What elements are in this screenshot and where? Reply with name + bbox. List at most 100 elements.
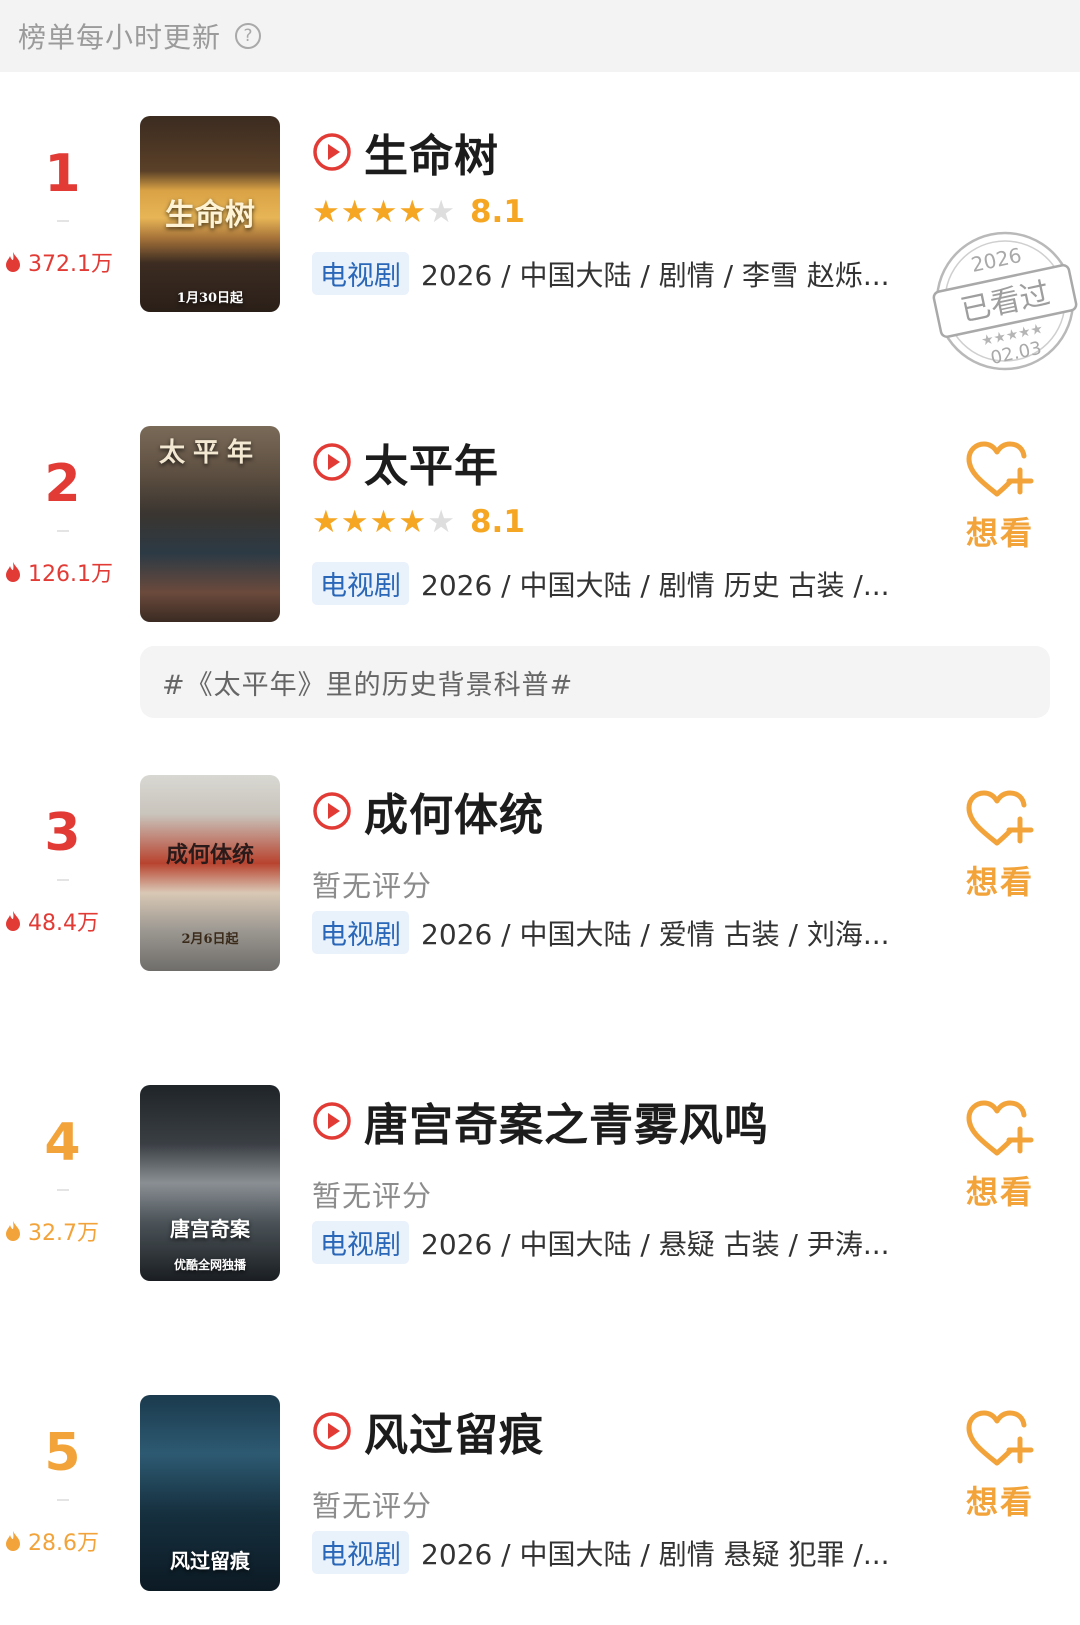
title-row[interactable]: 太平年 — [312, 430, 499, 494]
category-tag: 电视剧 — [312, 911, 409, 954]
meta-row: 电视剧 2026 / 中国大陆 / 悬疑 古装 / 尹涛... — [312, 1221, 921, 1264]
star-rating: ★ ★ ★ ★ ★ — [312, 195, 456, 229]
poster-image[interactable]: 唐宫奇案 优酷全网独播 — [140, 1085, 280, 1281]
heat-text: 372.1万 — [28, 252, 113, 277]
star-empty-icon: ★ — [427, 194, 455, 230]
heat-text: 126.1万 — [28, 562, 113, 587]
poster-title: 生命树 — [165, 198, 255, 233]
want-to-watch-button[interactable]: 想看 — [955, 440, 1045, 554]
want-to-watch-button[interactable]: 想看 — [955, 1409, 1045, 1523]
rank-change-indicator — [57, 1189, 69, 1191]
heart-plus-icon — [966, 790, 1034, 846]
ranking-update-note: 榜单每小时更新 — [18, 21, 222, 54]
ranking-item[interactable]: 2 126.1万 太平年 太平年 ★ ★ ★ ★ ★ 8.1 电视剧 2026 … — [0, 426, 1080, 626]
star-icon: ★ — [398, 504, 427, 540]
rank-change-indicator — [57, 530, 69, 532]
heat-text: 48.4万 — [28, 911, 99, 936]
show-title[interactable]: 唐宫奇案之青雾风鸣 — [364, 1089, 769, 1153]
show-title[interactable]: 风过留痕 — [364, 1399, 544, 1463]
heart-plus-icon — [966, 1410, 1034, 1466]
flame-icon — [6, 1531, 20, 1551]
topic-banner[interactable]: #《太平年》里的历史背景科普# — [140, 646, 1050, 718]
rank-change-indicator — [57, 220, 69, 222]
meta-info: 2026 / 中国大陆 / 剧情 / 李雪 赵烁... — [421, 258, 890, 292]
rank-number: 4 — [44, 1113, 81, 1173]
rank-number: 2 — [44, 454, 81, 514]
ranking-item[interactable]: 3 48.4万 成何体统 2月6日起 成何体统 暂无评分 电视剧 2026 / … — [0, 775, 1080, 975]
meta-row: 电视剧 2026 / 中国大陆 / 剧情 / 李雪 赵烁... — [312, 252, 921, 295]
poster-title: 唐宫奇案 — [170, 1217, 250, 1241]
ranking-item[interactable]: 5 28.6万 风过留痕 风过留痕 暂无评分 电视剧 2026 / 中国大陆 /… — [0, 1395, 1080, 1595]
flame-icon — [6, 1221, 20, 1241]
rating-score: 8.1 — [469, 504, 525, 540]
meta-row: 电视剧 2026 / 中国大陆 / 爱情 古装 / 刘海... — [312, 911, 921, 954]
show-title[interactable]: 成何体统 — [364, 779, 544, 843]
flame-icon — [6, 252, 20, 272]
show-title[interactable]: 生命树 — [364, 120, 499, 184]
flame-icon — [6, 911, 20, 931]
flame-icon — [6, 562, 20, 582]
star-icon: ★ — [312, 194, 340, 230]
play-icon[interactable] — [312, 132, 352, 172]
poster-image[interactable]: 生命树 1月30日起 — [140, 116, 280, 312]
rating-score: 8.1 — [469, 194, 525, 230]
star-icon: ★ — [369, 504, 398, 540]
poster-image[interactable]: 风过留痕 — [140, 1395, 280, 1591]
rating: ★ ★ ★ ★ ★ 8.1 — [312, 194, 525, 230]
play-icon[interactable] — [312, 791, 352, 831]
rating: ★ ★ ★ ★ ★ 8.1 — [312, 504, 525, 540]
want-to-watch-button[interactable]: 想看 — [955, 1099, 1045, 1213]
heat-text: 28.6万 — [28, 1531, 99, 1556]
poster-subtitle: 优酷全网独播 — [173, 1258, 246, 1272]
rank-number: 1 — [44, 144, 81, 204]
category-tag: 电视剧 — [312, 252, 409, 295]
heat-value: 28.6万 — [4, 1525, 129, 1557]
want-to-watch-button[interactable]: 想看 — [955, 789, 1045, 903]
ranking-item[interactable]: 1 372.1万 生命树 1月30日起 生命树 ★ ★ ★ ★ ★ 8.1 电视… — [0, 116, 1080, 371]
rank-change-indicator — [57, 879, 69, 881]
show-title[interactable]: 太平年 — [364, 430, 499, 494]
heat-text: 32.7万 — [28, 1221, 99, 1246]
meta-info: 2026 / 中国大陆 / 剧情 悬疑 犯罪 /... — [421, 1537, 890, 1571]
play-icon[interactable] — [312, 442, 352, 482]
star-icon: ★ — [340, 504, 369, 540]
category-tag: 电视剧 — [312, 1531, 409, 1574]
star-rating: ★ ★ ★ ★ ★ — [312, 505, 456, 539]
want-to-watch-label: 想看 — [965, 1173, 1034, 1211]
poster-image[interactable]: 成何体统 2月6日起 — [140, 775, 280, 971]
title-row[interactable]: 成何体统 — [312, 779, 544, 843]
want-to-watch-label: 想看 — [965, 1483, 1034, 1521]
poster-image[interactable]: 太平年 — [140, 426, 280, 622]
rank-number: 5 — [44, 1423, 81, 1483]
star-icon: ★ — [398, 194, 427, 230]
play-icon[interactable] — [312, 1411, 352, 1451]
heat-value: 48.4万 — [4, 905, 129, 937]
heat-value: 372.1万 — [4, 246, 129, 278]
title-row[interactable]: 唐宫奇案之青雾风鸣 — [312, 1089, 769, 1153]
rank-number: 3 — [44, 803, 81, 863]
star-empty-icon: ★ — [427, 504, 455, 540]
meta-info: 2026 / 中国大陆 / 悬疑 古装 / 尹涛... — [421, 1227, 890, 1261]
heat-value: 126.1万 — [4, 556, 129, 588]
meta-info: 2026 / 中国大陆 / 剧情 历史 古装 /... — [421, 568, 890, 602]
play-icon[interactable] — [312, 1101, 352, 1141]
ranking-item[interactable]: 4 32.7万 唐宫奇案 优酷全网独播 唐宫奇案之青雾风鸣 暂无评分 电视剧 2… — [0, 1085, 1080, 1285]
meta-row: 电视剧 2026 / 中国大陆 / 剧情 历史 古装 /... — [312, 562, 921, 605]
heat-value: 32.7万 — [4, 1215, 129, 1247]
star-icon: ★ — [312, 504, 340, 540]
topic-text: #《太平年》里的历史背景科普# — [162, 669, 574, 701]
category-tag: 电视剧 — [312, 1221, 409, 1264]
poster-title: 太平年 — [158, 438, 261, 468]
poster-date: 1月30日起 — [176, 291, 244, 306]
rank-change-indicator — [57, 1499, 69, 1501]
heart-plus-icon — [966, 441, 1034, 497]
watched-stamp: 2026 已看过 ★★★★★ 02.03 — [932, 231, 1078, 371]
title-row[interactable]: 风过留痕 — [312, 1399, 544, 1463]
title-row[interactable]: 生命树 — [312, 120, 499, 184]
category-tag: 电视剧 — [312, 562, 409, 605]
meta-row: 电视剧 2026 / 中国大陆 / 剧情 悬疑 犯罪 /... — [312, 1531, 921, 1574]
help-icon[interactable]: ? — [235, 23, 262, 49]
no-rating-text: 暂无评分 — [312, 869, 433, 903]
heart-plus-icon — [966, 1100, 1034, 1156]
meta-info: 2026 / 中国大陆 / 爱情 古装 / 刘海... — [421, 917, 890, 951]
